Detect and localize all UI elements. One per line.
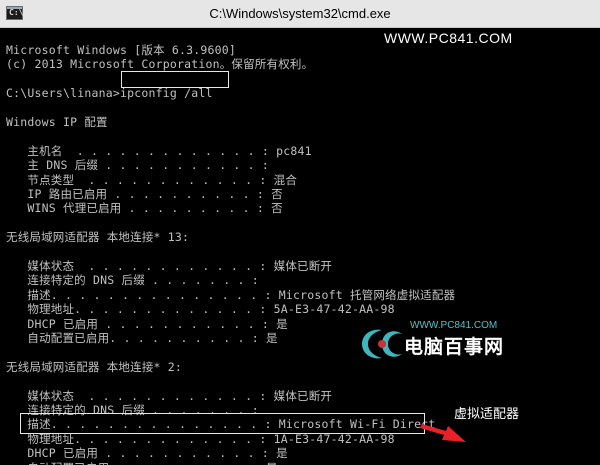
console-line: C:\Users\linana>ipconfig /all bbox=[6, 86, 213, 101]
cmd-window: C:\ C:\Windows\system32\cmd.exe Microsof… bbox=[0, 0, 600, 465]
console-line: 主 DNS 后缀 . . . . . . . . . . . : bbox=[6, 158, 270, 173]
logo-mark-icon bbox=[362, 329, 402, 359]
console-line: 物理地址. . . . . . . . . . . . . : 5A-E3-47… bbox=[6, 302, 395, 317]
console-line: 无线局域网适配器 本地连接* 13: bbox=[6, 230, 190, 245]
console-output[interactable]: Microsoft Windows [版本 6.3.9600] (c) 2013 … bbox=[6, 30, 600, 465]
red-arrow-icon bbox=[420, 424, 466, 442]
console-line: 描述. . . . . . . . . . . . . . . : Micros… bbox=[6, 287, 456, 302]
logo-url: WWW.PC841.COM bbox=[410, 320, 498, 331]
console-line: Windows IP 配置 bbox=[6, 115, 108, 129]
console-line: 无线局域网适配器 本地连接* 2: bbox=[6, 359, 183, 374]
console-line: 连接特定的 DNS 后缀 . . . . . . . : bbox=[6, 273, 259, 288]
console-line: 媒体状态 . . . . . . . . . . . . : 媒体已断开 bbox=[6, 388, 333, 403]
console-line: 节点类型 . . . . . . . . . . . . : 混合 bbox=[6, 172, 298, 187]
console-line: WINS 代理已启用 . . . . . . . . . : 否 bbox=[6, 201, 283, 216]
console-line: DHCP 已启用 . . . . . . . . . . . : 是 bbox=[6, 446, 288, 461]
console-line: 自动配置已启用. . . . . . . . . . : 是 bbox=[6, 461, 278, 465]
console-line: 自动配置已启用. . . . . . . . . . : 是 bbox=[6, 331, 278, 345]
console-line: DHCP 已启用 . . . . . . . . . . . : 是 bbox=[6, 316, 288, 331]
console-line: (c) 2013 Microsoft Corporation。保留所有权利。 bbox=[6, 57, 314, 72]
console-line: Microsoft Windows [版本 6.3.9600] bbox=[6, 43, 236, 57]
window-title: C:\Windows\system32\cmd.exe bbox=[209, 6, 391, 21]
watermark-url: WWW.PC841.COM bbox=[384, 30, 513, 46]
mac-address-highlight-box bbox=[20, 413, 425, 434]
title-bar[interactable]: C:\ C:\Windows\system32\cmd.exe bbox=[0, 0, 600, 28]
site-logo: WWW.PC841.COM 电脑百事网 bbox=[358, 320, 538, 368]
logo-name: 电脑百事网 bbox=[404, 337, 505, 358]
console-line: 媒体状态 . . . . . . . . . . . . : 媒体已断开 bbox=[6, 259, 333, 273]
command-highlight-box bbox=[121, 71, 229, 88]
console-line: IP 路由已启用 . . . . . . . . . . : 否 bbox=[6, 187, 283, 201]
console-line: 主机名 . . . . . . . . . . . . . : pc841 bbox=[6, 143, 312, 158]
